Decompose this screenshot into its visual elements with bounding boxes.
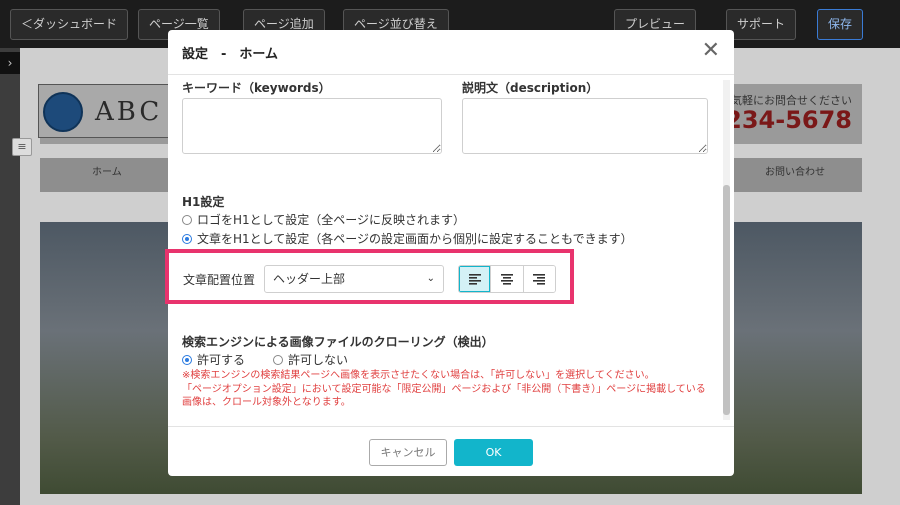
modal-scrollbar-thumb[interactable] bbox=[723, 185, 730, 415]
h1-label: H1設定 bbox=[182, 195, 225, 209]
crawl-warning: ※検索エンジンの検索結果ページへ画像を表示させたくない場合は、「許可しない」を選… bbox=[182, 369, 712, 410]
modal-header: 設定 - ホーム ✕ bbox=[168, 30, 734, 75]
description-textarea[interactable] bbox=[462, 98, 708, 154]
align-center-button[interactable] bbox=[490, 266, 523, 292]
keywords-label: キーワード（keywords） bbox=[182, 81, 331, 95]
menu-icon[interactable]: ≡ bbox=[12, 138, 32, 156]
left-strip bbox=[0, 48, 20, 505]
align-right-icon bbox=[533, 273, 546, 285]
crawl-options: 許可する 許可しない bbox=[182, 351, 348, 368]
text-position-highlight: 文章配置位置 ヘッダー上部 ⌄ bbox=[165, 249, 574, 304]
save-button[interactable]: 保存 bbox=[817, 9, 864, 40]
expand-panel-icon[interactable]: › bbox=[0, 52, 20, 74]
modal-title: 設定 - ホーム bbox=[182, 47, 279, 62]
nav-item-contact[interactable]: お問い合わせ bbox=[765, 163, 825, 178]
radio-crawl-deny[interactable] bbox=[273, 354, 284, 365]
align-right-button[interactable] bbox=[522, 266, 555, 292]
dashboard-button[interactable]: ＜ダッシュボード bbox=[10, 9, 129, 40]
modal-footer: キャンセル OK bbox=[168, 426, 734, 476]
h1-option-logo[interactable]: ロゴをH1として設定（全ページに反映されます） bbox=[182, 211, 465, 228]
radio-logo-h1[interactable] bbox=[182, 214, 192, 225]
keywords-textarea[interactable] bbox=[182, 98, 442, 154]
text-position-label: 文章配置位置 bbox=[183, 273, 256, 287]
warning-line: ※検索エンジンの検索結果ページへ画像を表示させたくない場合は、「許可しない」を選… bbox=[182, 370, 655, 381]
align-center-icon bbox=[500, 273, 513, 285]
close-icon[interactable]: ✕ bbox=[702, 40, 720, 62]
radio-text-h1[interactable] bbox=[182, 233, 192, 244]
chevron-down-icon: ⌄ bbox=[426, 273, 435, 284]
text-position-value: ヘッダー上部 bbox=[273, 272, 346, 286]
crawl-label: 検索エンジンによる画像ファイルのクローリング（検出） bbox=[182, 335, 494, 349]
cancel-button[interactable]: キャンセル bbox=[369, 439, 447, 466]
h1-option-text[interactable]: 文章をH1として設定（各ページの設定画面から個別に設定することもできます） bbox=[182, 230, 633, 247]
crawl-deny-label: 許可しない bbox=[288, 353, 349, 367]
nav-item-home[interactable]: ホーム bbox=[92, 163, 122, 178]
text-position-select[interactable]: ヘッダー上部 ⌄ bbox=[264, 265, 444, 293]
ok-button[interactable]: OK bbox=[454, 439, 533, 466]
crawl-allow-label: 許可する bbox=[197, 353, 246, 367]
description-label: 説明文（description） bbox=[462, 81, 599, 95]
align-left-button[interactable] bbox=[459, 266, 491, 292]
radio-crawl-allow[interactable] bbox=[182, 354, 192, 365]
logo-text: ABC bbox=[95, 97, 163, 127]
warning-line: 「ページオプション設定」において設定可能な「限定公開」ページおよび「非公開（下書… bbox=[182, 383, 706, 395]
globe-icon bbox=[43, 92, 83, 132]
align-left-icon bbox=[468, 273, 481, 285]
h1-option-text-label: 文章をH1として設定（各ページの設定画面から個別に設定することもできます） bbox=[197, 232, 633, 246]
h1-option-logo-label: ロゴをH1として設定（全ページに反映されます） bbox=[197, 213, 466, 227]
alignment-toggle-group bbox=[458, 265, 556, 293]
warning-line: 画像は、クロール対象外となります。 bbox=[182, 397, 351, 408]
support-button[interactable]: サポート bbox=[726, 9, 797, 40]
site-logo[interactable]: ABC bbox=[38, 84, 178, 138]
